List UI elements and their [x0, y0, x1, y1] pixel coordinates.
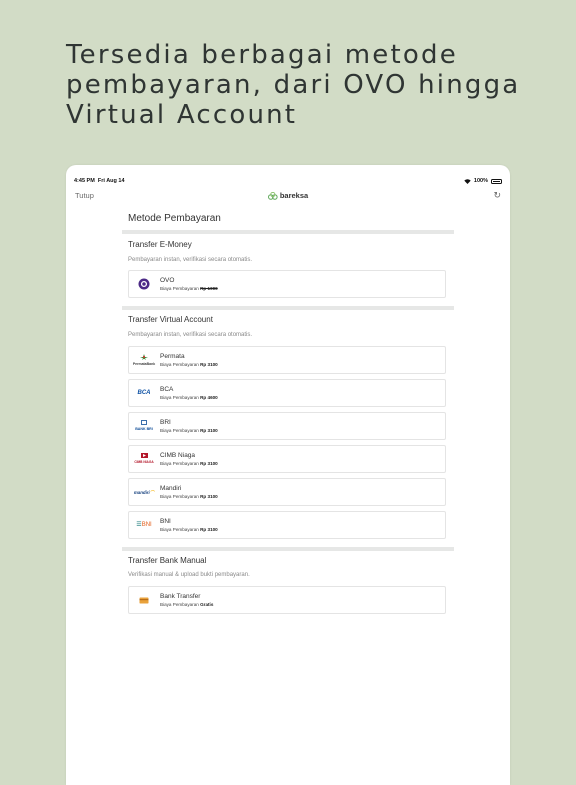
- fee-label: Biaya Pembayaran: [160, 461, 199, 466]
- battery-icon: [491, 178, 502, 184]
- bank-transfer-icon: [133, 591, 155, 609]
- bca-logo: BCA: [133, 384, 155, 402]
- payment-option-name: OVO: [160, 277, 175, 284]
- permata-logo: PermataBank: [133, 351, 155, 369]
- fee-label: Biaya Pembayaran: [160, 362, 199, 367]
- fee-label: Biaya Pembayaran: [160, 527, 199, 532]
- payment-option-name: BRI: [160, 419, 171, 426]
- section-title-emoney: Transfer E-Money: [128, 240, 192, 249]
- payment-fee: Biaya Pembayaran Rp 1000: [160, 286, 218, 291]
- section-desc-va: Pembayaran instan, verifikasi secara oto…: [128, 332, 253, 338]
- wifi-icon: [464, 178, 471, 184]
- payment-fee: Biaya Pembayaran Rp 3100: [160, 494, 218, 499]
- payment-option-name: CIMB Niaga: [160, 452, 196, 459]
- payment-option-name: Mandiri: [160, 485, 182, 492]
- payment-option-permata[interactable]: PermataBank Permata Biaya Pembayaran Rp …: [128, 346, 446, 374]
- bareksa-leaf-icon: [268, 191, 278, 200]
- bri-logo: BANK BRI: [133, 417, 155, 435]
- section-title-va: Transfer Virtual Account: [128, 315, 213, 324]
- headline-line-3: Virtual Account: [66, 100, 298, 130]
- promo-headline: Tersedia berbagai metode pembayaran, dar…: [66, 40, 546, 130]
- payment-fee: Biaya Pembayaran Rp 3100: [160, 461, 218, 466]
- ovo-logo: [133, 275, 155, 293]
- headline-line-1: Tersedia berbagai metode: [66, 40, 458, 70]
- payment-fee: Biaya Pembayaran Rp 3100: [160, 362, 218, 367]
- mandiri-logo: mandiri⌒: [133, 489, 155, 495]
- refresh-icon[interactable]: ↻: [493, 190, 501, 201]
- fee-value: Rp 3100: [200, 428, 218, 433]
- status-right: 100%: [464, 178, 502, 184]
- bri-logo-text: BANK BRI: [135, 427, 153, 431]
- section-divider: [122, 547, 454, 551]
- section-divider: [122, 230, 454, 234]
- fee-value: Rp 3100: [200, 461, 218, 466]
- fee-value: Gratis: [200, 602, 214, 607]
- fee-value: Rp 3100: [200, 494, 218, 499]
- mandiri-logo-text: mandiri: [133, 489, 150, 495]
- payment-fee: Biaya Pembayaran Gratis: [160, 602, 213, 607]
- close-button[interactable]: Tutup: [75, 191, 94, 200]
- payment-option-mandiri[interactable]: mandiri⌒ Mandiri Biaya Pembayaran Rp 310…: [128, 478, 446, 506]
- payment-fee: Biaya Pembayaran Rp 3100: [160, 527, 218, 532]
- section-title-manual: Transfer Bank Manual: [128, 556, 207, 565]
- fee-label: Biaya Pembayaran: [160, 494, 199, 499]
- section-divider: [122, 306, 454, 310]
- payment-option-name: BCA: [160, 386, 174, 393]
- fee-label: Biaya Pembayaran: [160, 602, 199, 607]
- bni-logo: ☰BNI: [136, 521, 152, 528]
- page-title: Metode Pembayaran: [128, 213, 221, 224]
- payment-option-name: BNI: [160, 518, 171, 525]
- fee-label: Biaya Pembayaran: [160, 395, 199, 400]
- tablet-screen: 4:45 PM Fri Aug 14 100% Tutup bareksa ↻ …: [66, 165, 510, 785]
- status-time: 4:45 PM Fri Aug 14: [74, 178, 125, 184]
- fee-label: Biaya Pembayaran: [160, 286, 199, 291]
- payment-option-name: Bank Transfer: [160, 593, 201, 600]
- headline-line-2: pembayaran, dari OVO hingga: [66, 70, 521, 100]
- status-time-text: 4:45 PM: [74, 178, 95, 184]
- logo-text: bareksa: [279, 191, 309, 200]
- fee-label: Biaya Pembayaran: [160, 428, 199, 433]
- payment-option-name: Permata: [160, 353, 185, 360]
- cimb-logo-text: CIMB NIAGA: [134, 460, 154, 464]
- section-desc-emoney: Pembayaran instan, verifikasi secara oto…: [128, 257, 253, 263]
- bareksa-logo: bareksa: [268, 191, 308, 200]
- nav-bar: Tutup bareksa ↻: [66, 189, 510, 205]
- fee-value: Rp 1000: [200, 286, 218, 291]
- bca-logo-text: BCA: [137, 389, 151, 396]
- payment-option-ovo[interactable]: OVO Biaya Pembayaran Rp 1000: [128, 270, 446, 298]
- payment-fee: Biaya Pembayaran Rp 4600: [160, 395, 218, 400]
- bni-logo-text: BNI: [141, 521, 152, 528]
- payment-option-bni[interactable]: ☰BNI BNI Biaya Pembayaran Rp 3100: [128, 511, 446, 539]
- fee-value: Rp 3100: [200, 527, 218, 532]
- status-bar: 4:45 PM Fri Aug 14 100%: [66, 165, 510, 187]
- section-desc-manual: Verifikasi manual & upload bukti pembaya…: [128, 572, 250, 578]
- payment-option-bri[interactable]: BANK BRI BRI Biaya Pembayaran Rp 3100: [128, 412, 446, 440]
- battery-percent: 100%: [473, 178, 488, 184]
- payment-option-cimb[interactable]: CIMB NIAGA CIMB Niaga Biaya Pembayaran R…: [128, 445, 446, 473]
- payment-option-bca[interactable]: BCA BCA Biaya Pembayaran Rp 4600: [128, 379, 446, 407]
- payment-option-bank-transfer[interactable]: Bank Transfer Biaya Pembayaran Gratis: [128, 586, 446, 614]
- payment-fee: Biaya Pembayaran Rp 3100: [160, 428, 218, 433]
- permata-logo-text: PermataBank: [132, 361, 156, 366]
- fee-value: Rp 3100: [200, 362, 218, 367]
- status-date-text: Fri Aug 14: [97, 178, 125, 184]
- fee-value: Rp 4600: [200, 395, 218, 400]
- cimb-logo: CIMB NIAGA: [133, 450, 155, 468]
